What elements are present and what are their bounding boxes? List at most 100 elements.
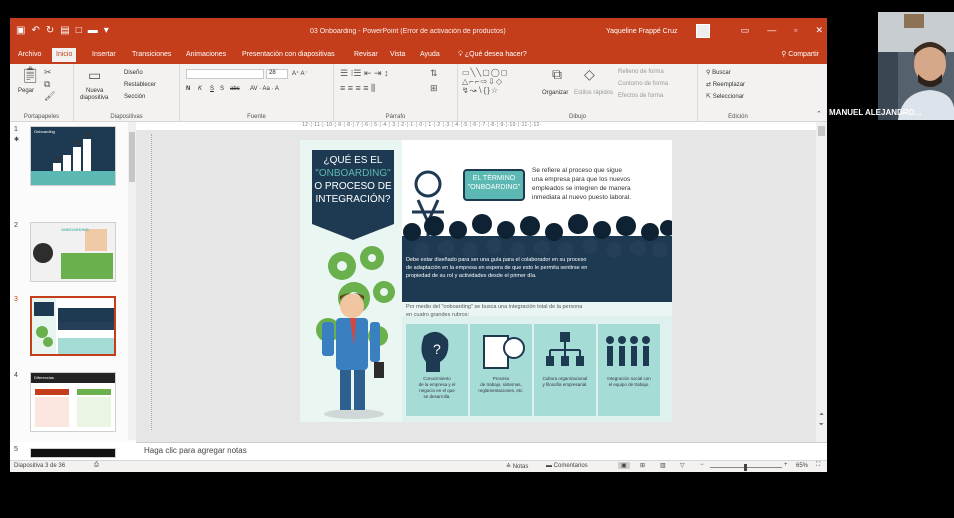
replace-button[interactable]: ⇄ Reemplazar (706, 81, 745, 88)
user-avatar[interactable] (696, 24, 710, 38)
grow-font-icon[interactable]: A⁺ A⁻ (292, 70, 308, 77)
find-button[interactable]: ⚲ Buscar (706, 69, 731, 76)
new-slide-label-2[interactable]: diapositiva (80, 95, 108, 101)
guide-line: de adaptación en la empresa en espera de… (406, 265, 588, 271)
next-slide-icon[interactable]: ⏷ (819, 422, 824, 429)
tab-inicio[interactable]: Inicio (52, 48, 77, 62)
definition-line: inmediata al nuevo puesto laboral. (532, 194, 632, 201)
tab-presentacion[interactable]: Presentación con diapositivas (238, 49, 339, 60)
tell-me-search[interactable]: 💡︎ ¿Qué desea hacer? (454, 49, 531, 61)
shape-effects-button[interactable]: Efectos de forma (618, 93, 663, 99)
scroll-thumb[interactable] (129, 132, 135, 182)
zoom-slider-handle[interactable] (744, 464, 747, 471)
new-slide-label-1[interactable]: Nueva (86, 88, 103, 94)
group-edicion: ⚲ Buscar ⇄ Reemplazar ⇱ Seleccionar Edic… (698, 64, 778, 122)
tab-insertar[interactable]: Insertar (88, 49, 120, 60)
tab-animaciones[interactable]: Animaciones (182, 49, 230, 60)
cursor-icon: ⇱ (706, 94, 713, 100)
text-direction-icon[interactable]: ⇅ (430, 69, 438, 78)
save-icon[interactable]: ▣ (16, 26, 25, 36)
thumbnail-slide-3[interactable] (30, 296, 116, 356)
slide-scrollbar[interactable]: ⏶ ⏷ (816, 122, 827, 442)
arrange-icon[interactable]: ⧉ (552, 67, 562, 81)
rubro-integracion: Integración social con el equipo de trab… (598, 376, 660, 388)
reset-button[interactable]: Restablecer (124, 82, 156, 88)
paste-label[interactable]: Pegar (18, 88, 34, 94)
current-slide[interactable]: ? ¿QUÉ ES EL "ONBOARDING" O PROCESO DE I… (300, 140, 672, 422)
zoom-out-icon[interactable]: − (700, 462, 704, 468)
align-icon[interactable]: ≡ ≡ ≡ ≡ ⫼ (340, 84, 375, 93)
comments-button[interactable]: ▬ Comentarios (546, 463, 588, 469)
rubro-conocimiento: Conocimiento de la empresa y el negocio … (406, 376, 468, 400)
zoom-level[interactable]: 65% (796, 463, 808, 469)
layout-button[interactable]: Diseño (124, 70, 143, 76)
slideshow-view-icon[interactable]: ▽ (680, 462, 685, 469)
tab-ayuda[interactable]: Ayuda (416, 49, 444, 60)
bold-button[interactable]: N (186, 86, 190, 92)
notes-pane[interactable]: Haga clic para agregar notas (136, 442, 827, 458)
font-name-field[interactable] (186, 69, 264, 79)
zoom-in-icon[interactable]: + (784, 462, 788, 468)
new-file-icon[interactable]: □ (76, 26, 82, 36)
format-painter-icon[interactable]: 🖌︎ (44, 92, 55, 101)
rubro-proceso: Proceso de trabajo, sistemas, reglamenta… (470, 376, 532, 394)
undo-icon[interactable]: ↶ (31, 26, 39, 36)
slide-sorter-icon[interactable]: ⊞ (640, 462, 645, 469)
rubro-line: se desarrolla. (423, 394, 451, 399)
scroll-thumb[interactable] (818, 126, 825, 136)
quick-styles-icon[interactable]: ◇ (584, 67, 595, 81)
shadow-button[interactable]: S (220, 86, 224, 92)
tab-transiciones[interactable]: Transiciones (128, 49, 175, 60)
fit-slide-icon[interactable]: ⛶ (816, 462, 820, 469)
spellcheck-icon[interactable]: ⎙ (94, 462, 99, 469)
minimize-button[interactable]: — (767, 25, 776, 36)
ribbon-display-icon[interactable]: ▭ (741, 25, 750, 36)
collapse-ribbon-icon[interactable]: ⌃ (816, 110, 822, 119)
thumb-title: ONBOARDING (61, 227, 89, 232)
thumbnail-slide-4[interactable]: Diferencias (30, 372, 116, 432)
slide-edit-area: ? ¿QUÉ ES EL "ONBOARDING" O PROCESO DE I… (136, 130, 816, 442)
paste-icon[interactable]: 📋︎ (20, 68, 40, 84)
cut-icon[interactable]: ✂ (44, 68, 52, 77)
close-button[interactable]: ✕ (815, 25, 823, 36)
tab-vista[interactable]: Vista (386, 49, 409, 60)
normal-view-icon[interactable]: ▣ (618, 462, 630, 469)
section-button[interactable]: Sección (124, 94, 145, 100)
group-portapapeles: 📋︎ Pegar ✂ ⧉ 🖌︎ Portapapeles (10, 64, 74, 122)
notes-button[interactable]: ≙ Notas (506, 463, 528, 470)
smartart-icon[interactable]: ⊞ (430, 84, 438, 93)
shape-fill-button[interactable]: Relleno de forma (618, 69, 664, 75)
arrange-button[interactable]: Organizar (542, 90, 568, 96)
shapes-gallery-icon[interactable]: ▭╲╲▢◯◻ △⌐⌐⇨⇩◇ ↯↝∖{}☆ (462, 68, 508, 95)
prev-slide-icon[interactable]: ⏶ (819, 412, 824, 419)
redo-icon[interactable]: ↻ (46, 26, 54, 36)
underline-button[interactable]: S (210, 86, 214, 92)
bullets-icon[interactable]: ☰ ⁝☰ ⇤ ⇥ ↕ (340, 69, 389, 78)
select-button[interactable]: ⇱ Seleccionar (706, 93, 744, 100)
quick-styles-button[interactable]: Estilos rápidos (574, 90, 613, 96)
group-diapositivas: ▭ Nueva diapositiva Diseño Restablecer S… (74, 64, 180, 122)
font-size-field[interactable]: 28 (266, 69, 288, 79)
user-name[interactable]: Yaqueline Frappé Cruz (606, 28, 677, 35)
thumbnail-slide-1[interactable]: Onboarding (30, 126, 116, 186)
thumbnails-scrollbar[interactable] (128, 122, 136, 440)
thumbnail-slide-2[interactable]: ONBOARDING (30, 222, 116, 282)
share-button[interactable]: ⚲ Compartir (781, 50, 819, 58)
group-label: Párrafo (385, 114, 406, 120)
slide-count: Diapositiva 3 de 36 (14, 463, 66, 469)
reading-view-icon[interactable]: ▥ (660, 462, 666, 469)
customize-qat-icon[interactable]: ▾ (104, 26, 109, 36)
italic-button[interactable]: K (198, 86, 202, 92)
copy-icon[interactable]: ⧉ (44, 80, 50, 89)
thumbnail-slide-5[interactable] (30, 448, 116, 458)
tab-archivo[interactable]: Archivo (14, 49, 45, 60)
presenter-icon[interactable]: ▬ (88, 26, 98, 36)
slideshow-icon[interactable]: ▤ (60, 26, 69, 36)
group-label: Diapositivas (110, 114, 143, 120)
restore-button[interactable]: ▫ (794, 25, 797, 36)
new-slide-icon[interactable]: ▭ (88, 68, 101, 82)
shape-outline-button[interactable]: Contorno de forma (618, 81, 668, 87)
tab-revisar[interactable]: Revisar (350, 49, 382, 60)
font-color-icon[interactable]: AV · Aa · A (250, 86, 279, 92)
strikethrough-button[interactable]: abc (230, 86, 240, 92)
